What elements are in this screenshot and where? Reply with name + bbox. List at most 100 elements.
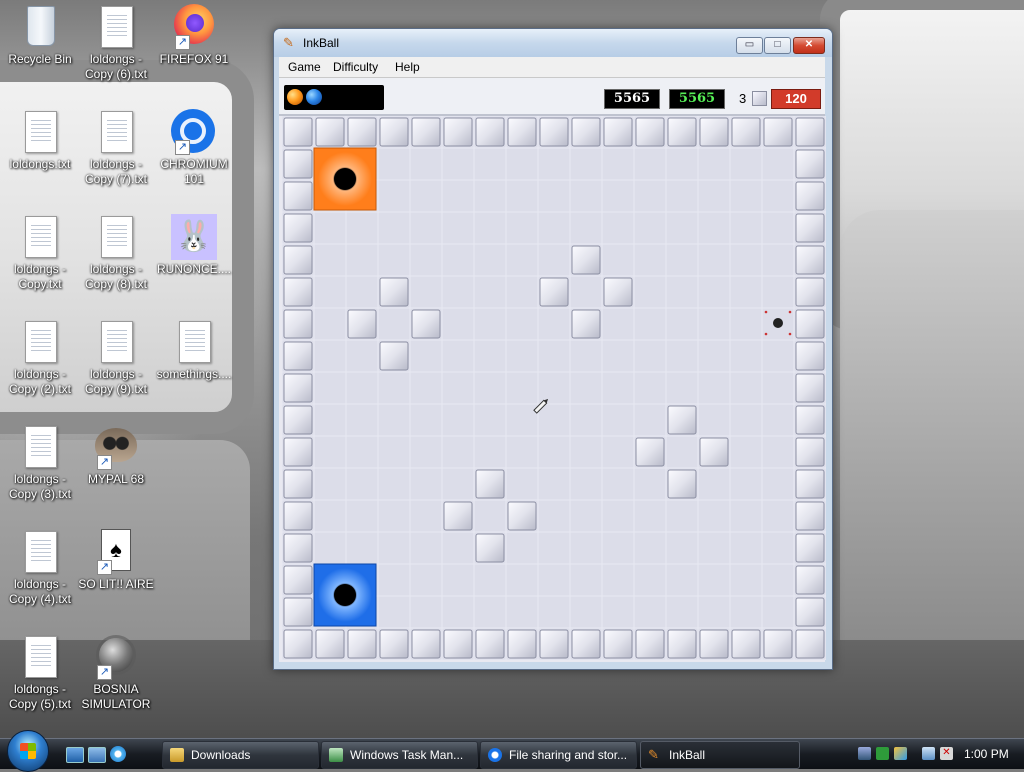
network-tray-icon[interactable] bbox=[858, 747, 871, 760]
chromium-small-icon bbox=[488, 748, 502, 762]
wall-block bbox=[443, 117, 473, 147]
desktop-icon-label: loldongs.txt bbox=[9, 157, 71, 171]
desktop-icon-label: loldongs - Copy (7).txt bbox=[84, 157, 147, 186]
desktop-icon-label: loldongs - Copy (3).txt bbox=[8, 472, 71, 501]
desktop-icon-firefox[interactable]: ↗ FIREFOX 91 bbox=[154, 4, 234, 67]
menu-game[interactable]: Game bbox=[288, 60, 321, 74]
close-button[interactable]: ✕ bbox=[793, 37, 825, 54]
desktop-icon-txt-file[interactable]: somethings.... bbox=[154, 319, 234, 382]
game-board[interactable] bbox=[282, 116, 826, 660]
taskbar: Downloads Windows Task Man... File shari… bbox=[0, 730, 1024, 772]
wall-block bbox=[283, 117, 313, 147]
wall-block bbox=[731, 629, 761, 659]
desktop-icon-recycle-bin[interactable]: Recycle Bin bbox=[0, 4, 80, 67]
wall-block bbox=[571, 309, 601, 339]
high-score-display: 5565 bbox=[669, 89, 725, 109]
menu-help[interactable]: Help bbox=[395, 60, 420, 74]
monitor-tray-icon[interactable] bbox=[922, 747, 935, 760]
text-file-icon bbox=[17, 214, 63, 260]
wall-block bbox=[379, 277, 409, 307]
desktop-icon-txt-file[interactable]: loldongs - Copy.txt bbox=[0, 214, 80, 292]
menu-difficulty[interactable]: Difficulty bbox=[333, 60, 378, 74]
inkball-app-icon: ✎ bbox=[283, 35, 294, 50]
taskbar-button-label: Windows Task Man... bbox=[350, 748, 464, 762]
wall-block bbox=[667, 469, 697, 499]
wall-block bbox=[315, 629, 345, 659]
show-desktop-icon[interactable] bbox=[66, 747, 84, 763]
wall-block bbox=[667, 117, 697, 147]
wall-block bbox=[507, 629, 537, 659]
text-file-icon bbox=[93, 109, 139, 155]
switch-windows-icon[interactable] bbox=[88, 747, 106, 763]
wall-block bbox=[507, 501, 537, 531]
taskbar-button-downloads[interactable]: Downloads bbox=[162, 741, 319, 769]
desktop-icon-label: CHROMIUM 101 bbox=[160, 157, 228, 186]
wall-block bbox=[795, 629, 825, 659]
firefox-icon: ↗ bbox=[171, 4, 217, 50]
wall-block bbox=[795, 309, 825, 339]
maximize-button[interactable]: □ bbox=[764, 37, 791, 54]
taskbar-button-file-sharing[interactable]: File sharing and stor... bbox=[480, 741, 637, 769]
desktop-icon-txt-file[interactable]: loldongs - Copy (6).txt bbox=[76, 4, 156, 82]
wall-block bbox=[283, 565, 313, 595]
title-bar[interactable]: ✎ InkBall ▭ □ ✕ bbox=[274, 29, 832, 57]
desktop-icon-bosnia-simulator[interactable]: ↗ BOSNIA SIMULATOR bbox=[76, 634, 156, 712]
start-button[interactable] bbox=[7, 730, 49, 772]
desktop-icon-txt-file[interactable]: loldongs - Copy (7).txt bbox=[76, 109, 156, 187]
desktop-icon-label: somethings.... bbox=[156, 367, 232, 381]
menu-bar: Game Difficulty Help bbox=[279, 57, 825, 78]
wall-block bbox=[795, 341, 825, 371]
minimize-button[interactable]: ▭ bbox=[736, 37, 763, 54]
wall-block bbox=[795, 277, 825, 307]
desktop-icon-mypal[interactable]: ↗ MYPAL 68 bbox=[76, 424, 156, 487]
wall-block bbox=[667, 629, 697, 659]
wall-block bbox=[283, 501, 313, 531]
missed-ball-icon bbox=[752, 91, 767, 106]
desktop-icon-chromium[interactable]: ↗ CHROMIUM 101 bbox=[154, 109, 234, 187]
volume-muted-icon[interactable]: ✕ bbox=[940, 747, 953, 760]
wall-block bbox=[283, 597, 313, 627]
recycle-bin-icon bbox=[17, 4, 63, 50]
desktop-icon-txt-file[interactable]: loldongs - Copy (2).txt bbox=[0, 319, 80, 397]
desktop-icon-runonce[interactable]: 🐰 RUNONCE.... bbox=[154, 214, 234, 277]
orange-goal-hole bbox=[313, 147, 377, 211]
wall-block bbox=[347, 629, 377, 659]
green-tray-icon[interactable] bbox=[876, 747, 889, 760]
wall-block bbox=[795, 373, 825, 403]
internet-explorer-icon[interactable] bbox=[110, 746, 126, 762]
taskbar-clock[interactable]: 1:00 PM bbox=[964, 739, 1009, 769]
desktop-icon-label: BOSNIA SIMULATOR bbox=[81, 682, 151, 711]
wall-block bbox=[283, 181, 313, 211]
text-file-icon bbox=[17, 109, 63, 155]
desktop-icon-txt-file[interactable]: loldongs - Copy (8).txt bbox=[76, 214, 156, 292]
desktop-icon-txt-file[interactable]: loldongs - Copy (4).txt bbox=[0, 529, 80, 607]
taskbar-button-task-manager[interactable]: Windows Task Man... bbox=[321, 741, 478, 769]
wall-block bbox=[379, 341, 409, 371]
desktop-icon-txt-file[interactable]: loldongs - Copy (3).txt bbox=[0, 424, 80, 502]
desktop-icon-txt-file[interactable]: loldongs - Copy (9).txt bbox=[76, 319, 156, 397]
desktop-icon-label: loldongs - Copy (2).txt bbox=[8, 367, 71, 396]
desktop-icon-label: loldongs - Copy.txt bbox=[13, 262, 67, 291]
wall-block bbox=[411, 629, 441, 659]
text-file-icon bbox=[17, 319, 63, 365]
wall-block bbox=[347, 309, 377, 339]
wall-block bbox=[283, 373, 313, 403]
desktop-icon-txt-file[interactable]: loldongs.txt bbox=[0, 109, 80, 172]
missed-count: 3 bbox=[739, 91, 747, 106]
taskbar-button-inkball[interactable]: ✎ InkBall bbox=[640, 741, 800, 769]
status-toolbar: 5565 5565 3 120 bbox=[279, 78, 825, 116]
wall-block bbox=[699, 117, 729, 147]
desktop-icon-solitaire[interactable]: ♠ ↗ SO LIT!! AIRE bbox=[76, 529, 156, 592]
app-tray-icon[interactable] bbox=[894, 747, 907, 760]
wall-block bbox=[539, 629, 569, 659]
wall-block bbox=[347, 117, 377, 147]
bunny-icon: 🐰 bbox=[171, 214, 217, 260]
wall-block bbox=[795, 245, 825, 275]
wall-block bbox=[411, 309, 441, 339]
wall-block bbox=[795, 533, 825, 563]
game-client-area: 5565 5565 3 120 bbox=[279, 78, 826, 662]
game-board-canvas[interactable] bbox=[282, 116, 826, 660]
desktop-icon-txt-file[interactable]: loldongs - Copy (5).txt bbox=[0, 634, 80, 712]
desktop-icon-label: RUNONCE.... bbox=[156, 262, 231, 276]
text-file-icon bbox=[171, 319, 217, 365]
